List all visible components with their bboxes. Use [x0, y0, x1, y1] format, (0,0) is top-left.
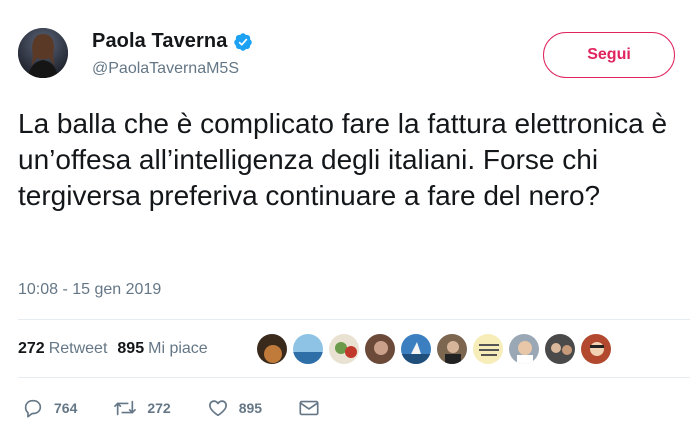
liker-avatars — [256, 333, 616, 365]
liker-avatar[interactable] — [508, 333, 540, 365]
retweet-button[interactable]: 272 — [113, 397, 171, 419]
name-row: Paola Taverna — [92, 30, 253, 53]
tweet-actions: 764 272 895 — [22, 396, 356, 420]
engagement-stats: 272 Retweet 895 Mi piace — [18, 330, 218, 368]
display-name[interactable]: Paola Taverna — [92, 30, 227, 53]
retweets-stat-count: 272 — [18, 340, 45, 357]
divider — [18, 319, 690, 320]
liker-avatar[interactable] — [328, 333, 360, 365]
retweets-stat[interactable]: 272 Retweet — [18, 340, 107, 358]
follow-button[interactable]: Segui — [543, 32, 675, 78]
liker-avatar[interactable] — [364, 333, 396, 365]
liker-avatar[interactable] — [292, 333, 324, 365]
likes-stat-count: 895 — [117, 340, 145, 357]
tweet-header: Paola Taverna @PaolaTavernaM5S Segui — [18, 28, 678, 90]
reply-icon — [22, 397, 44, 419]
reply-count: 764 — [54, 400, 78, 416]
likes-stat[interactable]: 895 Mi piace — [117, 340, 207, 358]
heart-icon — [207, 397, 229, 419]
tweet-text: La balla che è complicato fare la fattur… — [18, 108, 668, 211]
user-names: Paola Taverna @PaolaTavernaM5S — [92, 30, 253, 78]
liker-avatar[interactable] — [256, 333, 288, 365]
retweets-stat-label: Retweet — [48, 340, 108, 357]
liker-avatar[interactable] — [472, 333, 504, 365]
liker-avatar[interactable] — [580, 333, 612, 365]
envelope-icon — [298, 397, 320, 419]
retweet-count: 272 — [147, 400, 171, 416]
liker-avatar[interactable] — [436, 333, 468, 365]
retweet-icon — [113, 397, 137, 419]
divider — [18, 377, 690, 378]
like-button[interactable]: 895 — [207, 397, 262, 419]
likes-stat-label: Mi piace — [148, 340, 208, 357]
user-handle[interactable]: @PaolaTavernaM5S — [92, 60, 253, 78]
liker-avatar[interactable] — [400, 333, 432, 365]
avatar[interactable] — [18, 28, 68, 78]
liker-avatar[interactable] — [544, 333, 576, 365]
tweet-timestamp[interactable]: 10:08 - 15 gen 2019 — [18, 281, 161, 299]
verified-badge-icon — [233, 32, 253, 52]
like-count: 895 — [238, 400, 263, 416]
direct-message-button[interactable] — [298, 397, 320, 419]
reply-button[interactable]: 764 — [22, 397, 77, 419]
